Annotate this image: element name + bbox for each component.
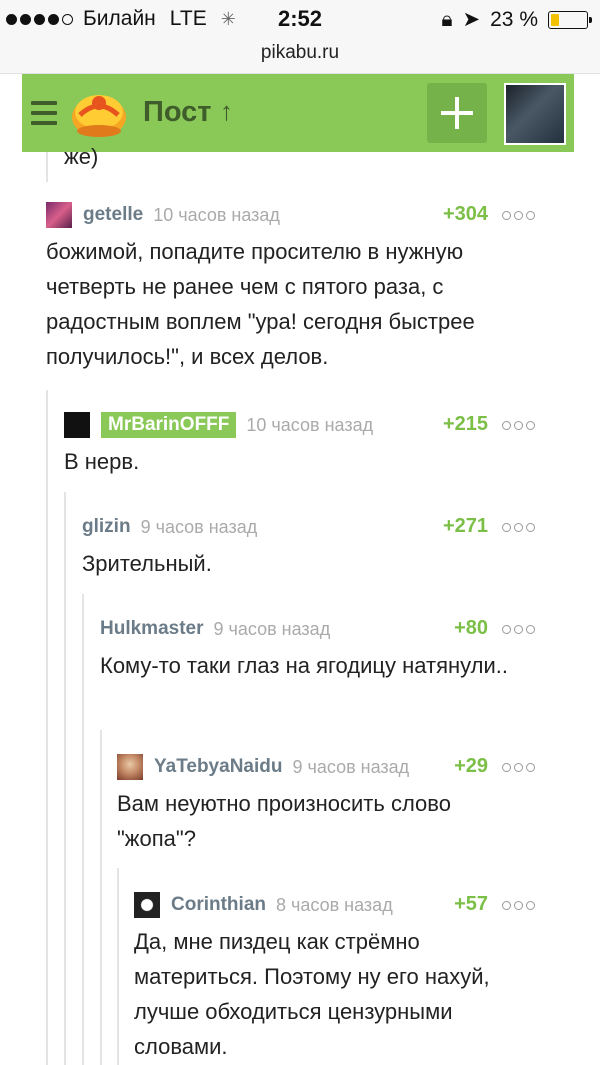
comment: Hulkmaster 9 часов назад +80 Кому-то так… [100,614,535,683]
comment-time[interactable]: 10 часов назад [153,205,280,226]
location-icon: ➤ [462,8,481,31]
comment-rating: +80 [454,617,488,639]
comment-text: Кому-то таки глаз на ягодицу натянули.. [100,653,509,678]
comment-rating: +29 [454,755,488,777]
comment-header: glizin 9 часов назад +271 [82,512,535,542]
comment-time[interactable]: 9 часов назад [141,517,258,538]
add-post-button[interactable] [427,83,487,143]
more-options-icon[interactable] [502,625,535,634]
comment-text: В нерв. [64,449,140,474]
site-header: Пост ↑ [22,74,574,152]
comment: getelle 10 часов назад +304 божимой, поп… [46,200,535,374]
more-options-icon[interactable] [502,763,535,772]
comment-text: божимой, попадите просителю в нужную чет… [46,239,475,369]
more-options-icon[interactable] [502,211,535,220]
more-options-icon[interactable] [502,523,535,532]
comment-author[interactable]: Corinthian [171,894,266,916]
comment-time[interactable]: 8 часов назад [276,895,393,916]
rotation-lock-icon: 🔒︎ [441,7,453,31]
comment: MrBarinOFFF 10 часов назад +215 В нерв. [64,410,535,479]
thread-line [46,152,48,182]
status-bar: Билайн LTE ✳ 2:52 🔒︎ ➤ 23 % [0,0,600,40]
comment-author[interactable]: getelle [83,204,143,226]
comment-time[interactable]: 9 часов назад [292,757,409,778]
comment-author[interactable]: glizin [82,516,131,538]
more-options-icon[interactable] [502,901,535,910]
previous-comment-text: же) [64,144,99,169]
comment: YaTebyaNaidu 9 часов назад +29 Вам неуют… [117,752,535,856]
comment-rating: +57 [454,893,488,915]
battery-icon [548,10,592,29]
thread-line [64,492,66,1065]
menu-icon[interactable] [31,101,57,125]
comment-header: Corinthian 8 часов назад +57 [134,890,535,920]
comment-author[interactable]: YaTebyaNaidu [154,756,282,778]
thread-line [46,390,48,1065]
avatar[interactable] [117,754,143,780]
comment-text: Вам неуютно произносить слово "жопа"? [117,791,451,851]
pikabu-logo-icon[interactable] [70,87,128,139]
url-bar[interactable]: pikabu.ru [0,40,600,74]
thread-line [100,730,102,1065]
thread-line [82,594,84,1065]
comment-header: Hulkmaster 9 часов назад +80 [100,614,535,644]
comment-author[interactable]: MrBarinOFFF [101,412,237,438]
comment-rating: +271 [442,515,488,537]
comment-text: Да, мне пиздец как стрёмно материться. П… [134,929,490,1059]
avatar[interactable] [46,202,72,228]
comment-time[interactable]: 10 часов назад [246,415,373,436]
comment-header: getelle 10 часов назад +304 [46,200,535,230]
status-right: 🔒︎ ➤ 23 % [441,7,592,32]
comment-rating: +304 [442,203,488,225]
thread-line [117,868,119,1065]
comment-text: Зрительный. [82,551,212,576]
comment-rating: +215 [442,413,488,435]
more-options-icon[interactable] [502,421,535,430]
user-avatar[interactable] [504,83,566,145]
comment-author[interactable]: Hulkmaster [100,618,204,640]
comment: Corinthian 8 часов назад +57 Да, мне пиз… [134,890,535,1064]
comment-header: MrBarinOFFF 10 часов назад +215 [64,410,535,440]
comment-header: YaTebyaNaidu 9 часов назад +29 [117,752,535,782]
comment: glizin 9 часов назад +271 Зрительный. [82,512,535,581]
battery-percent: 23 % [490,7,538,31]
avatar[interactable] [64,412,90,438]
comment-time[interactable]: 9 часов назад [214,619,331,640]
avatar[interactable] [134,892,160,918]
page-title: Пост [143,96,212,128]
arrow-up-icon[interactable]: ↑ [220,96,233,127]
